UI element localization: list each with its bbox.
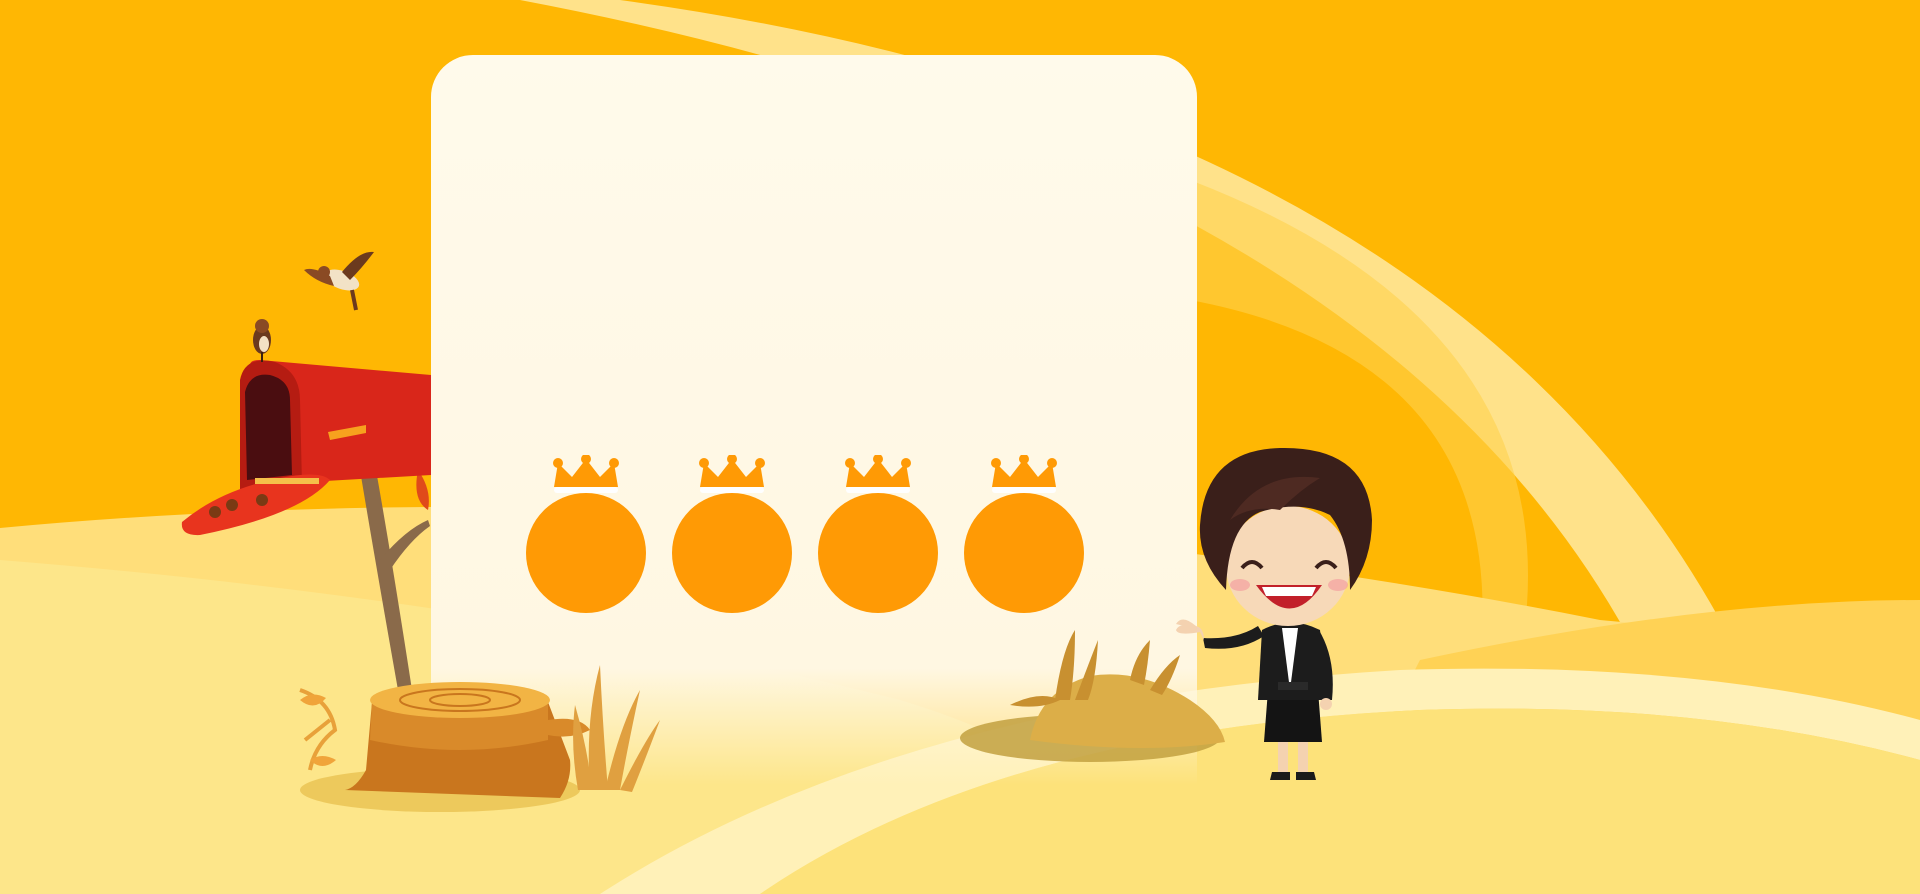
foreground-illustrations [181, 251, 1372, 812]
rock-with-grass [960, 630, 1225, 762]
bird-perched [253, 319, 271, 362]
bird-flying [304, 251, 374, 311]
mailbox [181, 360, 431, 690]
tree-stump [299, 682, 590, 812]
banner-stage [0, 0, 1920, 894]
